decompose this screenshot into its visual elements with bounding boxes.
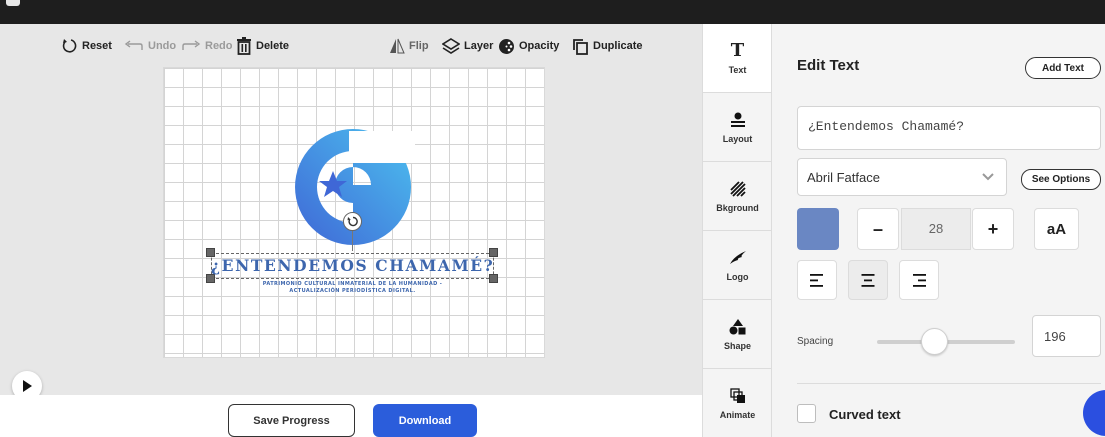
text-case-button[interactable]: aA bbox=[1034, 208, 1079, 250]
spacing-value-field[interactable]: 196 bbox=[1032, 315, 1101, 357]
add-text-button[interactable]: Add Text bbox=[1025, 57, 1101, 79]
tab-layout[interactable]: Layout bbox=[703, 93, 772, 162]
reset-label: Reset bbox=[82, 40, 112, 52]
font-select[interactable]: Abril Fatface bbox=[797, 158, 1007, 196]
undo-label: Undo bbox=[148, 40, 177, 52]
layer-button[interactable]: Layer bbox=[442, 36, 493, 56]
font-size-value[interactable]: 28 bbox=[901, 208, 971, 250]
side-tabs: T Text Layout Bkground Logo Shape Animat… bbox=[702, 24, 772, 437]
chevron-down-icon bbox=[982, 173, 994, 181]
canvas-subline[interactable]: PATRIMONIO CULTURAL INMATERIAL DE LA HUM… bbox=[211, 281, 494, 295]
tab-background-label: Bkground bbox=[716, 202, 759, 213]
panel-divider bbox=[797, 383, 1101, 384]
duplicate-icon bbox=[573, 38, 588, 55]
redo-button[interactable]: Redo bbox=[181, 36, 233, 56]
flip-button[interactable]: Flip bbox=[389, 36, 429, 56]
top-corner-tab bbox=[6, 0, 20, 6]
canvas-subline-2: ACTUALIZACIÓN PERIODÍSTICA DIGITAL. bbox=[289, 288, 416, 294]
align-right-button[interactable] bbox=[899, 260, 939, 300]
tab-text-label: Text bbox=[728, 64, 747, 75]
curved-text-label: Curved text bbox=[829, 407, 901, 422]
canvas-headline[interactable]: ¿ENTENDEMOS CHAMAMÉ? bbox=[211, 256, 494, 275]
tab-animate-label: Animate bbox=[719, 410, 756, 420]
editor-toolbar: Reset Undo Redo Delete Flip Layer Opacit… bbox=[0, 24, 702, 68]
design-canvas[interactable]: ¿ENTENDEMOS CHAMAMÉ? PATRIMONIO CULTURAL… bbox=[163, 67, 545, 358]
opacity-icon bbox=[499, 38, 514, 54]
tab-layout-label: Layout bbox=[722, 133, 753, 144]
layer-label: Layer bbox=[464, 40, 494, 52]
align-right-icon bbox=[913, 273, 926, 287]
redo-icon bbox=[182, 40, 201, 50]
tab-logo-label: Logo bbox=[726, 271, 749, 282]
delete-label: Delete bbox=[256, 40, 290, 52]
duplicate-button[interactable]: Duplicate bbox=[572, 36, 643, 56]
reset-icon bbox=[62, 39, 77, 53]
download-button[interactable]: Download bbox=[373, 404, 477, 437]
tab-shape-label: Shape bbox=[723, 340, 751, 351]
tab-animate[interactable]: Animate bbox=[703, 369, 772, 437]
shape-icon bbox=[729, 318, 746, 336]
flip-icon bbox=[390, 38, 405, 54]
align-center-icon bbox=[861, 273, 875, 287]
opacity-button[interactable]: Opacity bbox=[498, 36, 559, 56]
save-progress-button[interactable]: Save Progress bbox=[228, 404, 355, 437]
delete-button[interactable]: Delete bbox=[236, 36, 289, 56]
spacing-label: Spacing bbox=[797, 336, 834, 347]
panel-title: Edit Text bbox=[797, 57, 860, 74]
reset-button[interactable]: Reset bbox=[62, 36, 112, 56]
rotate-icon bbox=[347, 216, 358, 227]
layout-icon bbox=[730, 111, 746, 129]
spacing-slider-thumb[interactable] bbox=[921, 328, 948, 355]
text-content-field[interactable] bbox=[797, 106, 1101, 150]
trash-icon bbox=[237, 37, 251, 55]
font-select-value: Abril Fatface bbox=[807, 169, 880, 185]
text-color-swatch[interactable] bbox=[797, 208, 839, 250]
background-icon bbox=[729, 180, 746, 198]
align-left-button[interactable] bbox=[797, 260, 837, 300]
logo-icon bbox=[729, 249, 747, 267]
canvas-subline-1: PATRIMONIO CULTURAL INMATERIAL DE LA HUM… bbox=[262, 281, 443, 287]
top-bar bbox=[0, 0, 1105, 24]
tab-logo[interactable]: Logo bbox=[703, 231, 772, 300]
font-size-decrease-button[interactable]: – bbox=[857, 208, 899, 250]
play-icon bbox=[23, 380, 32, 392]
animate-icon bbox=[729, 387, 746, 405]
curved-text-checkbox[interactable] bbox=[797, 404, 816, 423]
rotate-stem bbox=[352, 231, 353, 251]
align-center-button[interactable] bbox=[848, 260, 888, 300]
tab-shape[interactable]: Shape bbox=[703, 300, 772, 369]
align-left-icon bbox=[810, 273, 823, 287]
undo-icon bbox=[124, 40, 143, 50]
layers-icon bbox=[442, 38, 460, 54]
redo-label: Redo bbox=[205, 40, 233, 52]
duplicate-label: Duplicate bbox=[593, 40, 643, 52]
tab-background[interactable]: Bkground bbox=[703, 162, 772, 231]
text-icon: T bbox=[730, 40, 745, 61]
tab-text[interactable]: T Text bbox=[703, 24, 772, 93]
undo-button[interactable]: Undo bbox=[124, 36, 176, 56]
opacity-label: Opacity bbox=[519, 40, 560, 52]
see-options-button[interactable]: See Options bbox=[1021, 169, 1101, 190]
flip-label: Flip bbox=[409, 40, 429, 52]
font-size-increase-button[interactable]: + bbox=[972, 208, 1014, 250]
rotate-handle[interactable] bbox=[343, 212, 362, 231]
